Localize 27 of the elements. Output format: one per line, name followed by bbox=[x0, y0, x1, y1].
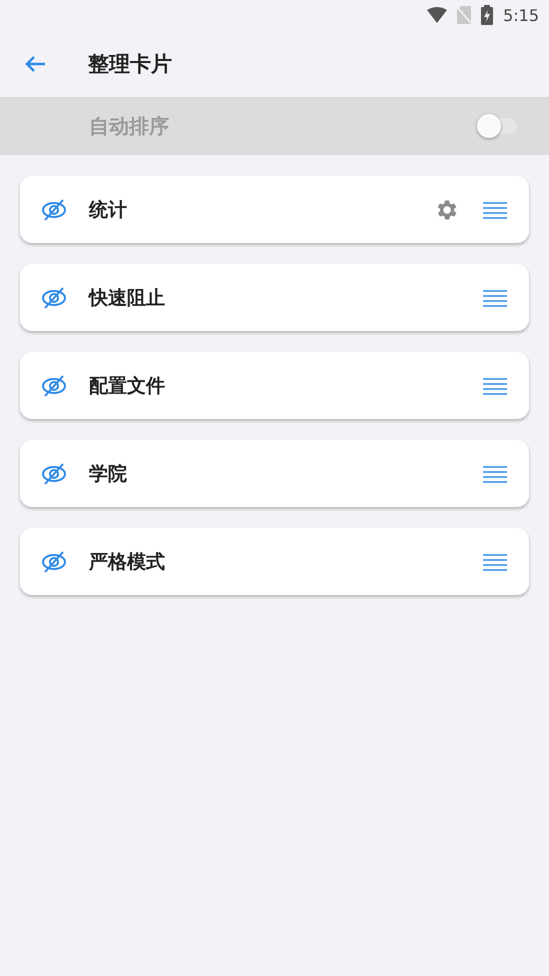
eye-slash-icon[interactable] bbox=[41, 374, 67, 398]
card-label: 统计 bbox=[89, 198, 128, 222]
drag-handle-icon[interactable] bbox=[483, 464, 507, 482]
eye-slash-icon[interactable] bbox=[41, 550, 67, 574]
card-label: 配置文件 bbox=[89, 374, 166, 398]
auto-sort-label: 自动排序 bbox=[89, 112, 169, 140]
card[interactable]: 严格模式 bbox=[20, 528, 529, 595]
eye-slash-icon[interactable] bbox=[41, 286, 67, 310]
drag-handle-icon[interactable] bbox=[483, 552, 507, 570]
drag-handle-icon[interactable] bbox=[483, 200, 507, 218]
status-time: 5:15 bbox=[503, 6, 539, 24]
eye-slash-icon[interactable] bbox=[41, 198, 67, 222]
wifi-icon bbox=[427, 7, 448, 23]
card[interactable]: 学院 bbox=[20, 440, 529, 507]
card[interactable]: 统计 bbox=[20, 176, 529, 243]
card[interactable]: 快速阻止 bbox=[20, 264, 529, 331]
battery-icon bbox=[481, 5, 494, 25]
card-label: 严格模式 bbox=[89, 550, 166, 574]
drag-handle-icon[interactable] bbox=[483, 288, 507, 306]
back-arrow-icon[interactable] bbox=[24, 54, 46, 72]
card[interactable]: 配置文件 bbox=[20, 352, 529, 419]
screen-title: 整理卡片 bbox=[88, 50, 172, 78]
no-sim-icon bbox=[457, 6, 472, 24]
eye-slash-icon[interactable] bbox=[41, 462, 67, 486]
drag-handle-icon[interactable] bbox=[483, 376, 507, 394]
card-label: 学院 bbox=[89, 462, 128, 486]
card-label: 快速阻止 bbox=[89, 286, 166, 310]
